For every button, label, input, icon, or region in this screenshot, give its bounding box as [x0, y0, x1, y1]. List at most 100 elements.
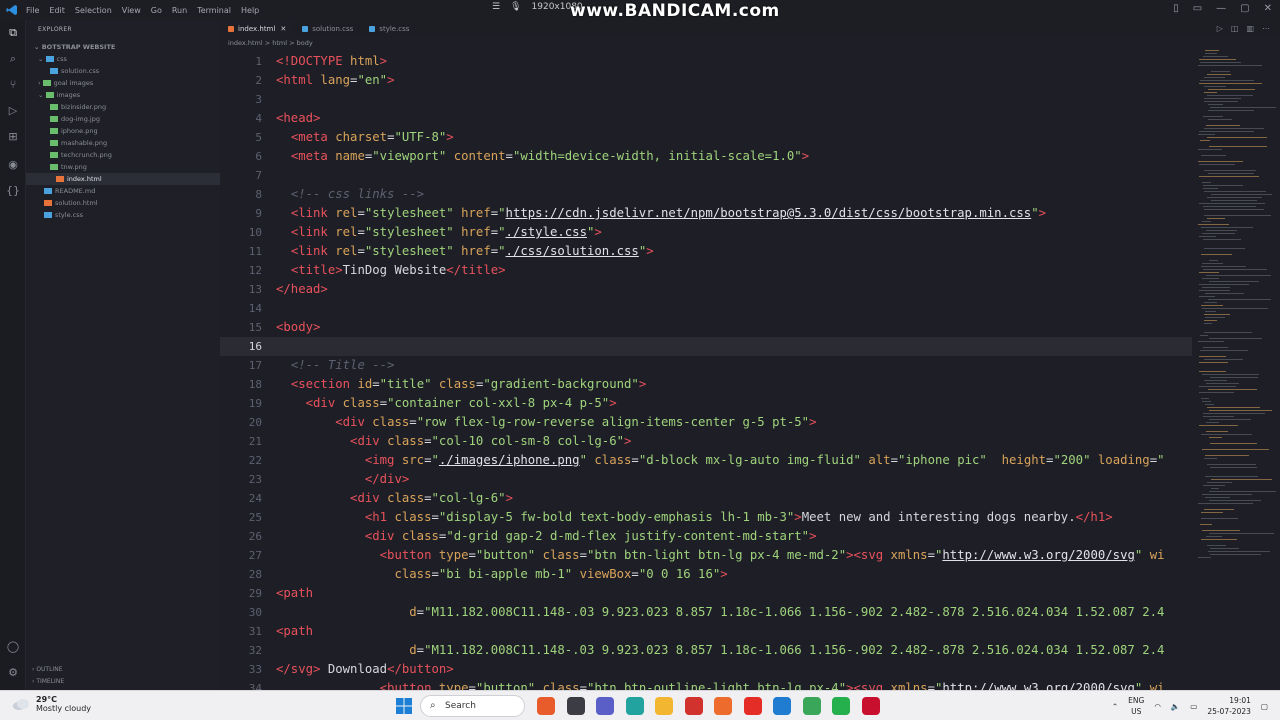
wifi-icon[interactable]: ◠ — [1154, 702, 1161, 711]
menu-run[interactable]: Run — [172, 6, 187, 15]
search-icon[interactable]: ⌕ — [6, 52, 20, 66]
code-line[interactable]: 32 d="M11.182.008C11.148-.03 9.923.023 8… — [220, 641, 1192, 660]
app-icon-7[interactable] — [714, 697, 732, 715]
run-debug-icon[interactable]: ▷ — [6, 104, 20, 118]
code-line[interactable]: 9 <link rel="stylesheet" href="https://c… — [220, 204, 1192, 223]
account-icon[interactable]: ◯ — [6, 640, 20, 654]
minimap[interactable] — [1192, 38, 1280, 690]
taskbar-search[interactable]: ⌕ Search — [420, 695, 525, 717]
battery-icon[interactable]: ▭ — [1190, 702, 1197, 711]
project-folder[interactable]: ⌄ BOTSTRAP WEBSITE — [34, 41, 115, 53]
tree-item-iphone[interactable]: iphone.png — [50, 125, 98, 137]
code-line[interactable]: 14 — [220, 299, 1192, 318]
menu-help[interactable]: Help — [241, 6, 259, 15]
code-line[interactable]: 19 <div class="container col-xxl-8 px-4 … — [220, 394, 1192, 413]
code-line[interactable]: 10 <link rel="stylesheet" href="./style.… — [220, 223, 1192, 242]
tree-item-index-html[interactable]: index.html — [26, 173, 220, 185]
chevron-up-icon[interactable]: ⌃ — [1112, 702, 1118, 711]
code-line[interactable]: 12 <title>TinDog Website</title> — [220, 261, 1192, 280]
recorder-menu-icon[interactable]: ☰ — [492, 2, 500, 12]
tree-item-solution-html[interactable]: solution.html — [44, 197, 98, 209]
weather-widget[interactable]: 29°C Mostly cloudy — [12, 695, 91, 713]
tree-item-solution-css[interactable]: solution.css — [50, 65, 99, 77]
app-icon-9[interactable] — [773, 697, 791, 715]
code-line[interactable]: 16 — [220, 337, 1192, 356]
app-icon-10[interactable] — [802, 697, 821, 715]
code-line[interactable]: 18 <section id="title" class="gradient-b… — [220, 375, 1192, 394]
code-line[interactable]: 23 </div> — [220, 470, 1192, 489]
notification-icon[interactable]: ▢ — [1261, 702, 1268, 711]
tree-item-bizinsider[interactable]: bizinsider.png — [50, 101, 106, 113]
menu-terminal[interactable]: Terminal — [197, 6, 231, 15]
menu-file[interactable]: File — [26, 6, 39, 15]
code-line[interactable]: 4 <head> — [220, 109, 1192, 128]
code-line[interactable]: 24 <div class="col-lg-6"> — [220, 489, 1192, 508]
close-button[interactable]: ✕ — [1264, 3, 1272, 14]
tree-item-readme[interactable]: README.md — [44, 185, 95, 197]
code-line[interactable]: 3 — [220, 90, 1192, 109]
app-icon-4[interactable] — [625, 697, 644, 715]
more-actions-icon[interactable]: ⋯ — [1262, 24, 1270, 33]
clock[interactable]: 19:01 25-07-2023 — [1207, 695, 1251, 717]
app-icon-6[interactable] — [684, 697, 703, 715]
app-icon-3[interactable] — [596, 697, 614, 715]
tree-item-goal-images[interactable]: › goal images — [38, 77, 93, 89]
code-line[interactable]: 8 <!-- css links --> — [220, 185, 1192, 204]
tree-item-tnw[interactable]: tnw.png — [50, 161, 87, 173]
run-icon[interactable]: ▷ — [1217, 24, 1223, 33]
timeline-panel-header[interactable]: › TIMELINE — [32, 678, 64, 685]
layout-icon[interactable]: ▯ — [1173, 3, 1179, 14]
recorder-mic-icon[interactable]: 🎙 — [510, 2, 521, 12]
menu-view[interactable]: View — [122, 6, 141, 15]
explorer-icon[interactable]: ⧉ — [6, 26, 20, 40]
code-line[interactable]: 22 <img src="./images/iphone.png" class=… — [220, 451, 1192, 470]
code-line[interactable]: 30 d="M11.182.008C11.148-.03 9.923.023 8… — [220, 603, 1192, 622]
tree-item-dog-img[interactable]: dog-img.jpg — [50, 113, 100, 125]
extensions-icon[interactable]: ⊞ — [6, 130, 20, 144]
maximize-button[interactable]: ▢ — [1240, 3, 1249, 14]
tab-index-html[interactable]: index.html ✕ — [220, 20, 295, 38]
tree-item-css[interactable]: ⌄ css — [38, 53, 67, 65]
tab-solution-css[interactable]: solution.css — [294, 20, 361, 38]
minimize-button[interactable]: — — [1216, 3, 1226, 14]
code-line[interactable]: 25 <h1 class="display-5 fw-bold text-bod… — [220, 508, 1192, 527]
source-control-icon[interactable]: ⑂ — [6, 78, 20, 92]
tree-item-images[interactable]: ⌄ images — [38, 89, 80, 101]
app-icon-8[interactable] — [743, 697, 762, 715]
code-line[interactable]: 11 <link rel="stylesheet" href="./css/so… — [220, 242, 1192, 261]
code-line[interactable]: 2 <html lang="en"> — [220, 71, 1192, 90]
app-icon-5[interactable] — [655, 697, 673, 715]
compare-icon[interactable]: ◫ — [1231, 24, 1239, 33]
code-line[interactable]: 7 — [220, 166, 1192, 185]
code-line[interactable]: 1 <!DOCTYPE html> — [220, 52, 1192, 71]
app-icon-2[interactable] — [566, 697, 585, 715]
outline-panel-header[interactable]: › OUTLINE — [32, 666, 62, 673]
code-line[interactable]: 6 <meta name="viewport" content="width=d… — [220, 147, 1192, 166]
app-icon-11[interactable] — [832, 697, 850, 715]
code-line[interactable]: 17 <!-- Title --> — [220, 356, 1192, 375]
code-line[interactable]: 5 <meta charset="UTF-8"> — [220, 128, 1192, 147]
code-line[interactable]: 20 <div class="row flex-lg-row-reverse a… — [220, 413, 1192, 432]
tree-item-style-css[interactable]: style.css — [44, 209, 83, 221]
braces-icon[interactable]: {} — [6, 184, 20, 198]
volume-icon[interactable]: 🔈 — [1171, 702, 1180, 711]
language-indicator[interactable]: ENG US — [1128, 695, 1144, 717]
close-tab-icon[interactable]: ✕ — [280, 25, 286, 33]
menu-selection[interactable]: Selection — [75, 6, 112, 15]
tree-item-mashable[interactable]: mashable.png — [50, 137, 107, 149]
menu-go[interactable]: Go — [151, 6, 162, 15]
code-line[interactable]: 29 <path — [220, 584, 1192, 603]
breadcrumb[interactable]: index.html > html > body — [228, 39, 313, 47]
app-icon-12[interactable] — [861, 697, 880, 715]
code-editor[interactable]: 1 <!DOCTYPE html> 2 <html lang="en"> 3 4 <head… — [220, 50, 1192, 690]
code-line[interactable]: 34 <button type="button" class="btn btn-… — [220, 679, 1192, 690]
settings-gear-icon[interactable]: ⚙ — [6, 666, 20, 680]
app-icon-1[interactable] — [537, 697, 555, 715]
code-line[interactable]: 33 </svg> Download</button> — [220, 660, 1192, 679]
code-line[interactable]: 13 </head> — [220, 280, 1192, 299]
code-line[interactable]: 21 <div class="col-10 col-sm-8 col-lg-6"… — [220, 432, 1192, 451]
remote-icon[interactable]: ◉ — [6, 158, 20, 172]
code-line[interactable]: 31 <path — [220, 622, 1192, 641]
layout-icon-2[interactable]: ▭ — [1193, 3, 1202, 14]
menu-edit[interactable]: Edit — [49, 6, 65, 15]
